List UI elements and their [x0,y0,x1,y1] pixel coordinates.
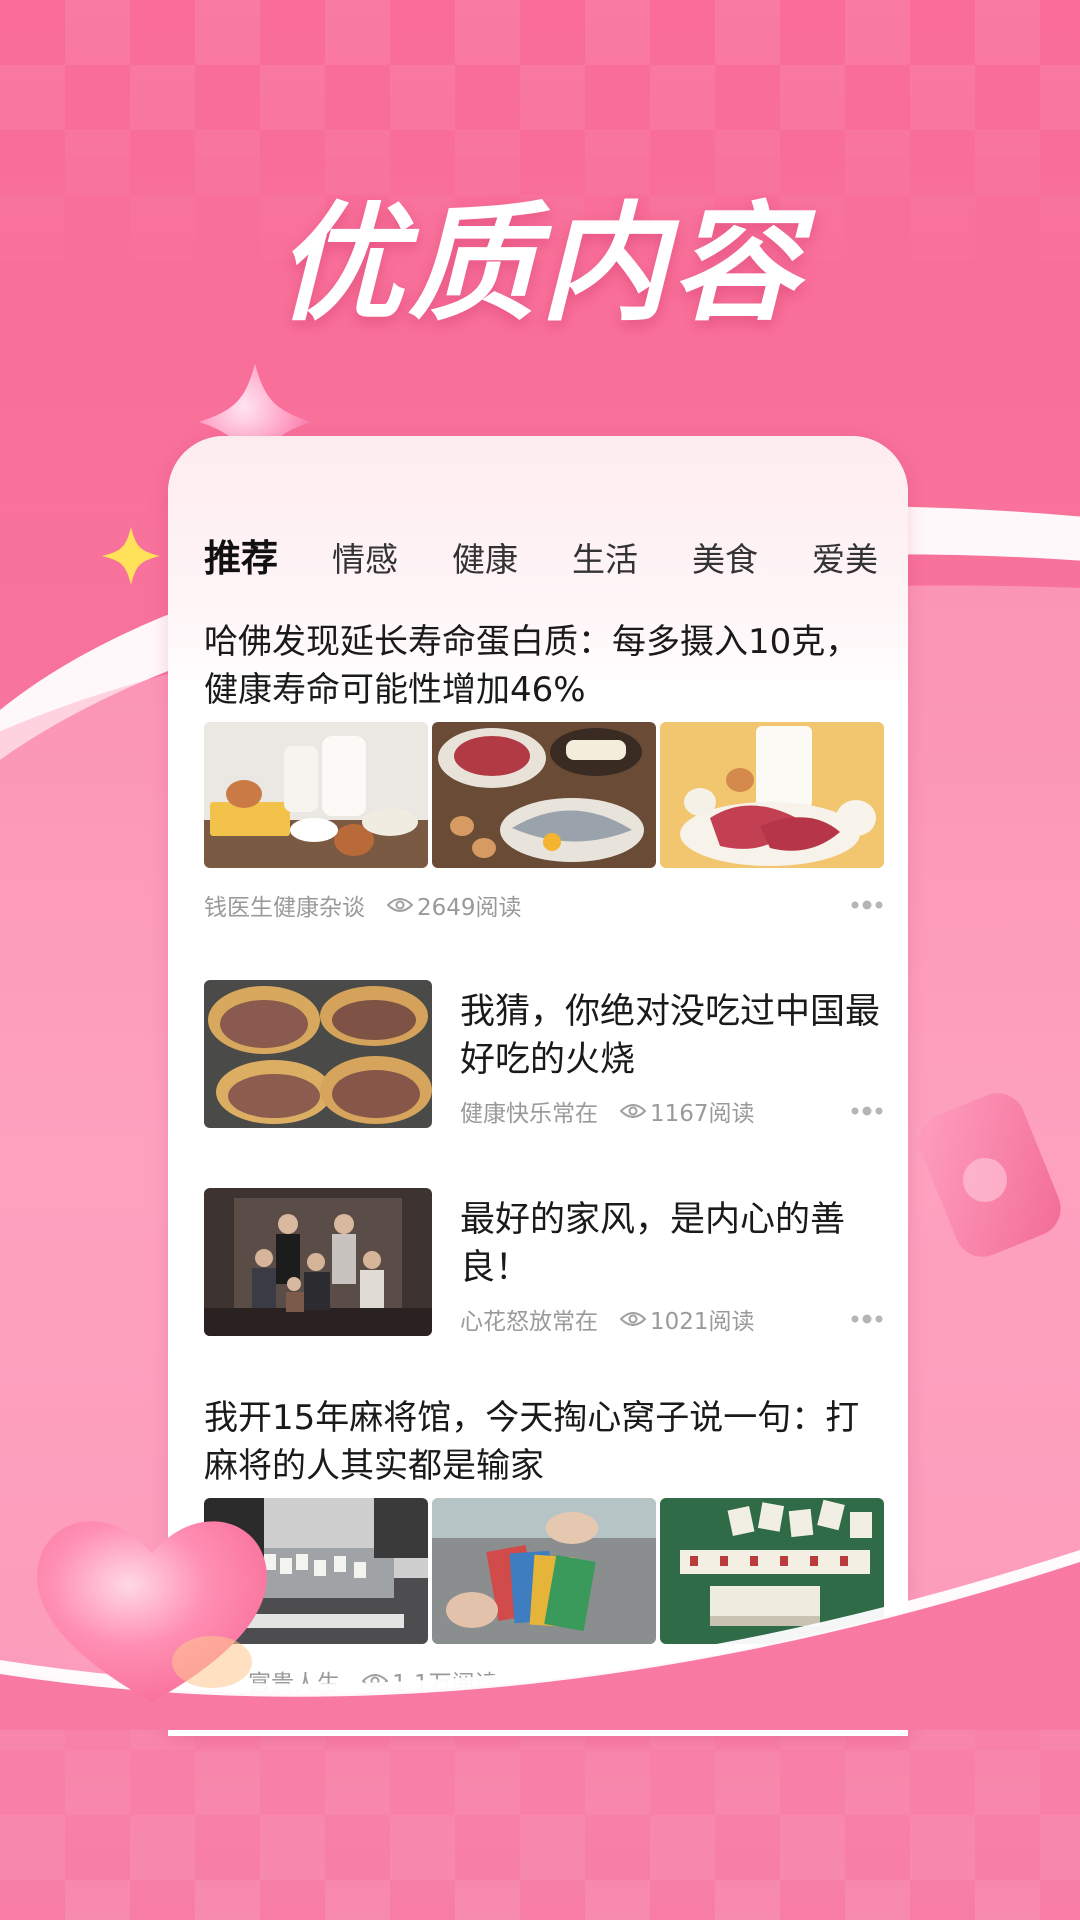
article-title[interactable]: 我开15年麻将馆，今天掏心窝子说一句：打麻将的人其实都是输家 [204,1394,884,1490]
article-title[interactable]: 哈佛发现延长寿命蛋白质：每多摄入10克，健康寿命可能性增加46% [204,618,884,714]
pink-gem-icon [919,1093,1061,1257]
tab-health[interactable]: 健康 [452,533,518,581]
source-name[interactable]: 心花怒放常在 [460,1302,598,1336]
read-count: 1167阅读 [620,1094,755,1128]
tab-food[interactable]: 美食 [692,533,758,581]
article-meta: 心花怒放常在 1021阅读 [460,1302,884,1336]
source-name[interactable]: 健康快乐常在 [460,1094,598,1128]
article-card-1[interactable]: 哈佛发现延长寿命蛋白质：每多摄入10克，健康寿命可能性增加46% 钱医生健康杂谈… [204,618,884,922]
meat-fish-eggs-photo [432,722,656,868]
article-card-3[interactable]: 最好的家风，是内心的善良！ 心花怒放常在 1021阅读 [204,1188,884,1336]
article-title[interactable]: 我猜，你绝对没吃过中国最好吃的火烧 [460,988,884,1084]
more-options-icon[interactable] [850,1106,884,1116]
dairy-eggs-photo [204,722,428,868]
read-count-text: 1021阅读 [650,1309,755,1335]
more-options-icon[interactable] [850,1314,884,1324]
yellow-star-icon [102,527,160,585]
huoshao-photo [204,980,432,1128]
eye-icon [387,898,413,912]
tab-life[interactable]: 生活 [572,533,638,581]
eye-icon [620,1312,646,1326]
article-meta: 钱医生健康杂谈 2649阅读 [204,888,884,922]
more-options-icon[interactable] [850,900,884,910]
read-count: 2649阅读 [387,888,522,922]
family-portrait-photo [204,1188,432,1336]
source-name[interactable]: 钱医生健康杂谈 [204,888,365,922]
read-count-text: 1167阅读 [650,1101,755,1127]
category-tabs: 推荐 情感 健康 生活 美食 爱美 [204,528,908,582]
milk-steak-eggs-photo [660,722,884,868]
heart-icon [37,1521,267,1702]
article-card-2[interactable]: 我猜，你绝对没吃过中国最好吃的火烧 健康快乐常在 1167阅读 [204,980,884,1128]
read-count-text: 2649阅读 [417,895,522,921]
eye-icon [620,1104,646,1118]
article-title[interactable]: 最好的家风，是内心的善良！ [460,1196,884,1292]
headline-title: 优质内容 [275,190,804,339]
article-thumbnails [204,722,884,868]
tab-recommend[interactable]: 推荐 [204,528,278,582]
tab-emotion[interactable]: 情感 [332,533,398,581]
tab-beauty[interactable]: 爱美 [812,533,878,581]
read-count: 1021阅读 [620,1302,755,1336]
article-meta: 健康快乐常在 1167阅读 [460,1094,884,1128]
